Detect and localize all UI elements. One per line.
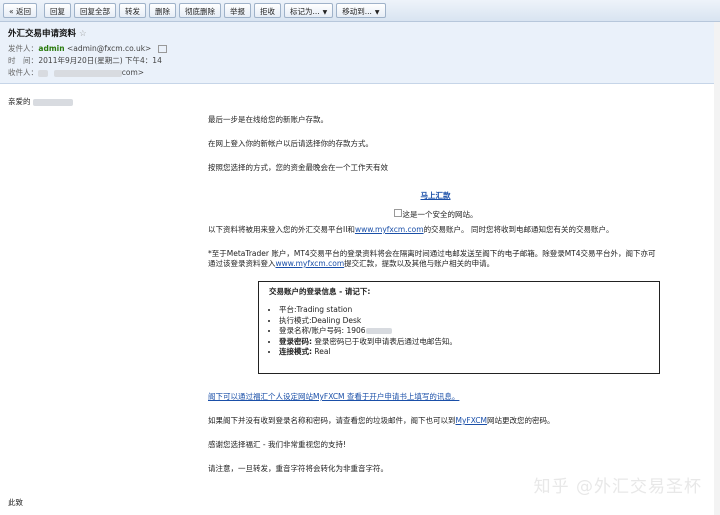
recipient-suffix: com> (121, 68, 145, 77)
redacted-address (53, 69, 122, 77)
list-item: 登录密码: 登录密码已于收到申请表后通过电邮告知。 (279, 337, 649, 348)
mark-as-dropdown[interactable]: 标记为... ▼ (283, 3, 334, 18)
myfxcm-link[interactable]: www.myfxcm.com (276, 259, 345, 268)
contact-card-icon[interactable] (157, 45, 167, 53)
mail-header: 外汇交易申请资料 ☆ 发件人： admin <admin@fxcm.co.uk> … (0, 22, 720, 84)
paragraph-text: 的交易账户。 同时您将收到电邮通知您有关的交易账户。 (423, 225, 614, 234)
greeting-text: 亲爱的 (8, 97, 31, 106)
greeting: 亲爱的 (8, 96, 73, 107)
paragraph-text: 如果阁下并没有收到登录名称和密码，请查看您的垃圾邮件，阁下也可以到 (208, 416, 456, 425)
mark-as-label: 标记为... (289, 7, 320, 16)
item-label: 登录密码: (279, 336, 312, 346)
myfxcm-info-link[interactable]: 阁下可以通过福汇个人设定网站MyFXCM 查看于开户申请书上填写的讯息。 (208, 392, 459, 401)
paragraph: 感谢您选择福汇 - 我们非常重视您的支持! (208, 440, 346, 449)
reply-button[interactable]: 回复 (43, 3, 71, 18)
item-label: 平台: (279, 305, 297, 314)
back-button[interactable]: « 返回 (3, 3, 37, 18)
item-value: Dealing Desk (311, 315, 362, 325)
mail-subject: 外汇交易申请资料 ☆ (8, 27, 712, 39)
paragraph: 在网上登入你的新帐户以后请选择你的存款方式。 (208, 139, 373, 148)
chevron-down-icon: ▼ (374, 9, 380, 16)
item-value: Real (312, 347, 331, 356)
sender-name[interactable]: admin (38, 44, 64, 53)
subject-text: 外汇交易申请资料 (8, 29, 77, 39)
paragraph-text: 网站更改您的密码。 (487, 416, 555, 425)
time-label: 时 间： (8, 56, 38, 65)
closing: 此致 (8, 498, 23, 507)
item-label: 登录名称/账户号码: (279, 326, 347, 335)
myfxcm-link[interactable]: www.myfxcm.com (355, 225, 424, 234)
reject-button[interactable]: 拒收 (253, 3, 281, 18)
paragraph: 按照您选择的方式，您的资金最晚会在一个工作天有效 (208, 163, 388, 172)
list-item: 登录名称/账户号码: 1906 (279, 326, 649, 337)
report-button[interactable]: 举报 (223, 3, 251, 18)
paragraph: *至于MetaTrader 账户，MT4交易平台的登录资料将会在隔离时间通过电邮… (208, 249, 663, 269)
move-to-label: 移动到... (342, 7, 372, 16)
permanent-delete-button[interactable]: 彻底删除 (178, 3, 221, 18)
chevron-down-icon: ▼ (322, 9, 328, 16)
forward-button[interactable]: 转发 (118, 3, 146, 18)
item-value: Trading station (296, 305, 353, 314)
mail-body: 最后一步是在线给您的新账户存款。 在网上登入你的新帐户以后请选择你的存款方式。 … (208, 115, 663, 488)
to-row: 收件人： com> (8, 67, 712, 79)
broken-image-icon (393, 209, 402, 217)
item-label: 执行模式: (279, 315, 312, 325)
paragraph: 如果阁下并没有收到登录名称和密码，请查看您的垃圾邮件，阁下也可以到MyFXCM网… (208, 416, 663, 426)
paragraph-text: 以下资料将被用来登入您的外汇交易平台II和 (208, 225, 355, 234)
redacted-name (38, 69, 49, 77)
paragraph: 以下资料将被用来登入您的外汇交易平台II和www.myfxcm.com的交易账户… (208, 225, 663, 235)
list-item: 连接模式: Real (279, 347, 649, 358)
from-label: 发件人： (8, 44, 38, 53)
delete-button[interactable]: 删除 (148, 3, 176, 18)
item-label: 连接模式: (279, 347, 312, 356)
redacted-account (365, 328, 392, 334)
login-info-box: 交易账户的登录信息 - 请记下: 平台:Trading station 执行模式… (258, 281, 660, 374)
paragraph: 阁下可以通过福汇个人设定网站MyFXCM 查看于开户申请书上填写的讯息。 (208, 392, 663, 402)
watermark: 知乎 @外汇交易圣杯 (533, 477, 702, 497)
deposit-link-row: 马上汇款 (208, 191, 663, 201)
paragraph: 最后一步是在线给您的新账户存款。 (208, 115, 328, 124)
to-label: 收件人： (8, 68, 38, 77)
secure-badge-alt: 这是一个安全的网站。 (402, 210, 478, 219)
secure-badge: 这是一个安全的网站。 (208, 209, 663, 220)
from-row: 发件人： admin <admin@fxcm.co.uk> (8, 43, 712, 55)
time-row: 时 间： 2011年9月20日(星期二) 下午4：14 (8, 55, 712, 67)
item-value: 登录密码已于收到申请表后通过电邮告知。 (312, 336, 457, 346)
item-value: 1906 (346, 326, 366, 335)
myfxcm-password-link[interactable]: MyFXCM (456, 416, 488, 425)
star-icon[interactable]: ☆ (79, 29, 87, 39)
paragraph-text: 提交汇款，提款以及其他与账户相关的申请。 (344, 259, 495, 268)
send-time: 2011年9月20日(星期二) 下午4：14 (38, 56, 162, 65)
login-info-title: 交易账户的登录信息 - 请记下: (269, 287, 371, 296)
list-item: 平台:Trading station (279, 305, 649, 316)
deposit-link[interactable]: 马上汇款 (421, 191, 451, 200)
reply-all-button[interactable]: 回复全部 (73, 3, 116, 18)
scrollbar[interactable] (714, 22, 720, 515)
move-to-dropdown[interactable]: 移动到... ▼ (336, 3, 386, 18)
login-info-list: 平台:Trading station 执行模式:Dealing Desk 登录名… (269, 305, 649, 358)
toolbar: « 返回 回复 回复全部 转发 删除 彻底删除 举报 拒收 标记为... ▼ 移动… (0, 0, 720, 22)
list-item: 执行模式:Dealing Desk (279, 316, 649, 327)
redacted-name (32, 98, 73, 106)
sender-address: <admin@fxcm.co.uk> (66, 44, 152, 53)
